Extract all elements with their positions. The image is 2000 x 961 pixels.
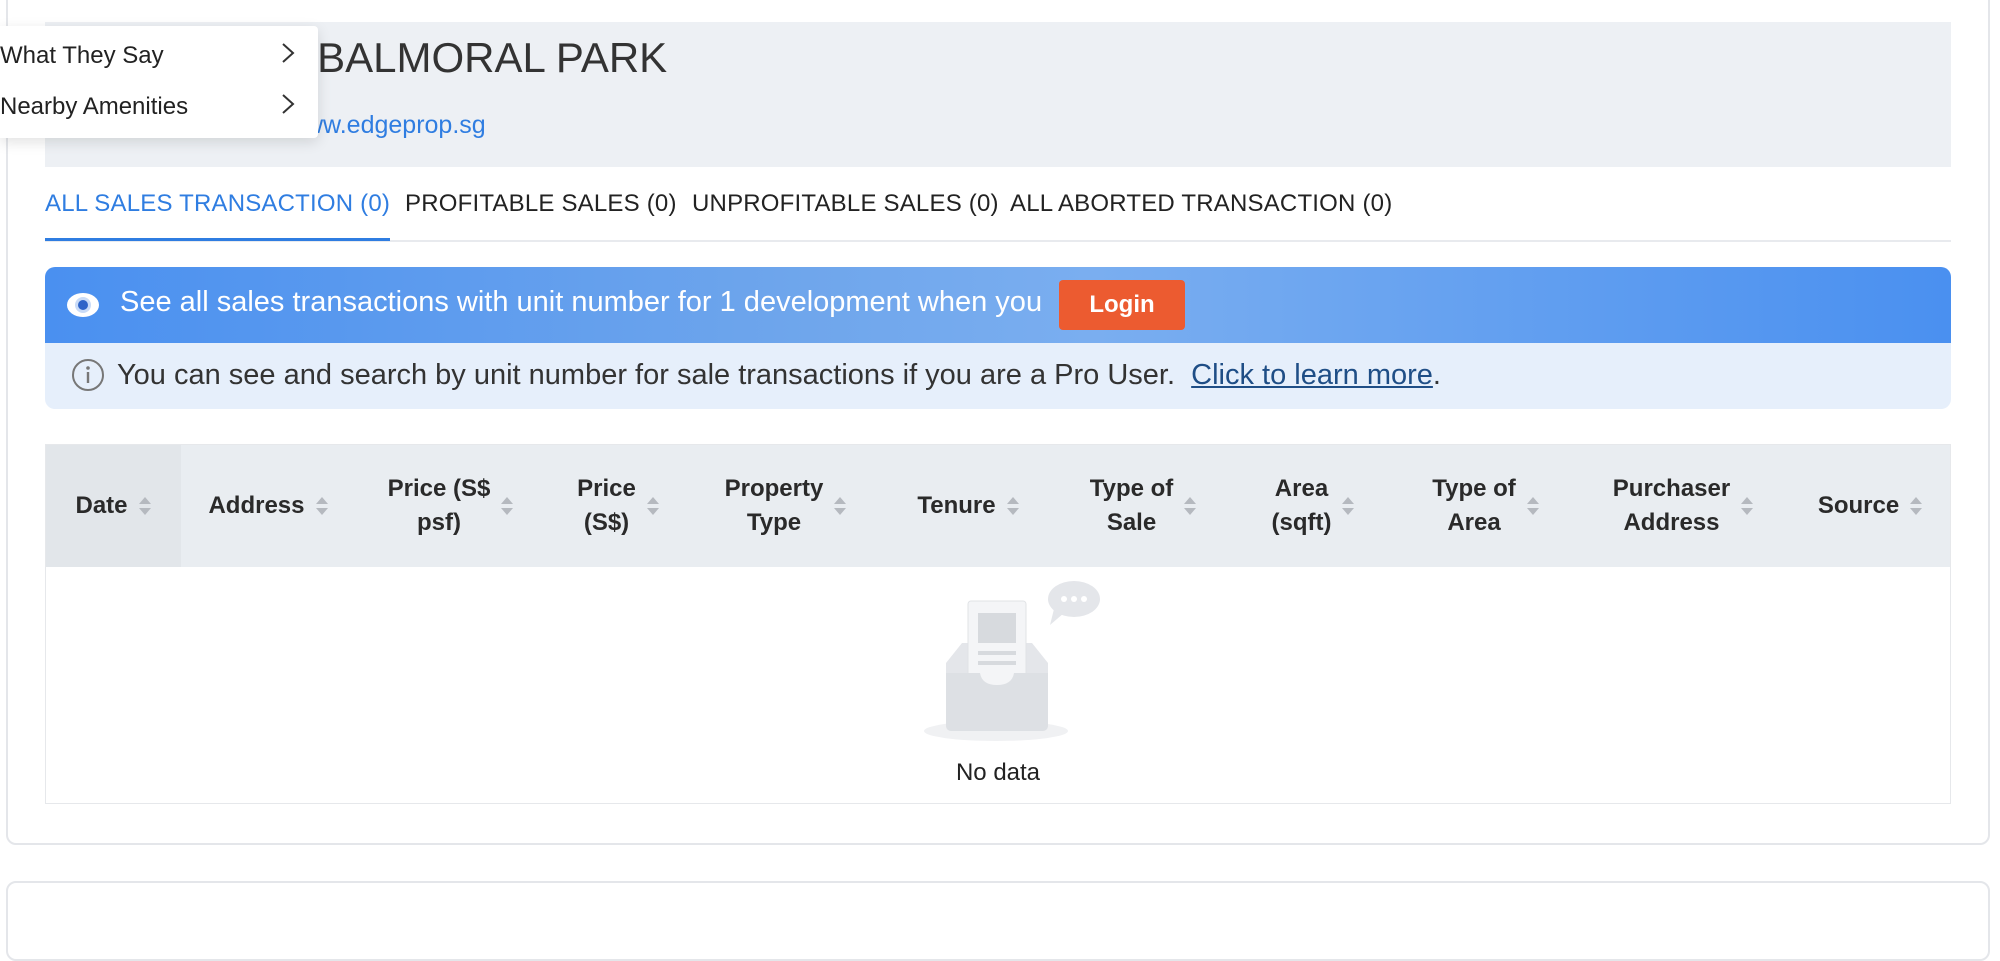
tab-profitable-sales[interactable]: PROFITABLE SALES (0) xyxy=(405,190,677,238)
column-header-label: Source xyxy=(1817,492,1900,519)
sort-icon xyxy=(1342,497,1355,515)
column-header-label: Purchaser Address xyxy=(1612,475,1731,536)
column-header-type-of-area[interactable]: Type of Area xyxy=(1396,445,1576,567)
column-header-purchaser-address[interactable]: Purchaser Address xyxy=(1576,445,1791,567)
info-icon xyxy=(72,359,104,391)
login-button[interactable]: Login xyxy=(1059,280,1185,330)
transaction-tabs: ALL SALES TRANSACTION (0) PROFITABLE SAL… xyxy=(45,184,1951,242)
transactions-table: Date Address Price (S$ psf) Price (S$) Pro… xyxy=(45,444,1951,804)
dropdown-item-label: What They Say xyxy=(0,42,164,69)
next-section-card xyxy=(6,881,1990,961)
info-suffix: . xyxy=(1432,359,1441,391)
empty-state-text: No data xyxy=(955,759,1041,786)
tab-unprofitable-sales[interactable]: UNPROFITABLE SALES (0) xyxy=(692,190,999,238)
tab-aborted-transaction[interactable]: ALL ABORTED TRANSACTION (0) xyxy=(1010,190,1392,238)
eye-icon xyxy=(67,293,99,317)
section-nav-dropdown: What They Say Nearby Amenities xyxy=(0,26,318,138)
dropdown-item-label: Nearby Amenities xyxy=(0,93,189,120)
learn-more-link[interactable]: Click to learn more xyxy=(1191,359,1433,391)
column-header-address[interactable]: Address xyxy=(181,445,356,567)
column-header-price-psf[interactable]: Price (S$ psf) xyxy=(356,445,546,567)
column-header-label: Price (S$ psf) xyxy=(387,475,491,536)
table-header: Date Address Price (S$ psf) Price (S$) Pro… xyxy=(46,445,1950,567)
info-text: You can see and search by unit number fo… xyxy=(117,359,1176,391)
sort-icon xyxy=(1741,497,1754,515)
sort-icon xyxy=(501,497,514,515)
sort-icon xyxy=(1910,497,1923,515)
sort-icon xyxy=(138,497,151,515)
login-banner: See all sales transactions with unit num… xyxy=(45,267,1951,343)
column-header-area[interactable]: Area (sqft) xyxy=(1231,445,1396,567)
sort-icon xyxy=(315,497,328,515)
column-header-date[interactable]: Date xyxy=(46,445,181,567)
column-header-label: Address xyxy=(208,492,305,519)
column-header-label: Type of Sale xyxy=(1089,475,1174,536)
column-header-property-type[interactable]: Property Type xyxy=(691,445,881,567)
pro-user-info: You can see and search by unit number fo… xyxy=(45,343,1951,409)
info-text-line: You can see and search by unit number fo… xyxy=(117,359,1441,392)
column-header-label: Type of Area xyxy=(1432,475,1516,536)
column-header-label: Tenure xyxy=(917,492,996,519)
dropdown-item-what-they-say[interactable]: What They Say xyxy=(0,32,318,78)
column-header-label: Date xyxy=(75,492,128,519)
column-header-label: Area (sqft) xyxy=(1271,475,1332,536)
dropdown-item-nearby-amenities[interactable]: Nearby Amenities xyxy=(0,83,318,129)
empty-inbox-icon xyxy=(924,581,1100,741)
column-header-type-of-sale[interactable]: Type of Sale xyxy=(1056,445,1231,567)
tab-all-sales[interactable]: ALL SALES TRANSACTION (0) xyxy=(45,190,391,241)
banner-text: See all sales transactions with unit num… xyxy=(120,286,1043,318)
sort-icon xyxy=(1184,497,1197,515)
column-header-source[interactable]: Source xyxy=(1791,445,1950,567)
column-header-price[interactable]: Price (S$) xyxy=(546,445,691,567)
chevron-right-icon xyxy=(282,43,295,63)
source-link[interactable]: ww.edgeprop.sg xyxy=(305,111,486,140)
chevron-right-icon xyxy=(282,94,295,114)
column-header-label: Property Type xyxy=(724,475,824,536)
sort-icon xyxy=(834,497,847,515)
column-header-label: Price (S$) xyxy=(577,475,636,536)
table-empty-state: No data xyxy=(46,567,1950,803)
sort-icon xyxy=(1526,497,1539,515)
sort-icon xyxy=(646,497,659,515)
sort-icon xyxy=(1006,497,1019,515)
column-header-tenure[interactable]: Tenure xyxy=(881,445,1056,567)
